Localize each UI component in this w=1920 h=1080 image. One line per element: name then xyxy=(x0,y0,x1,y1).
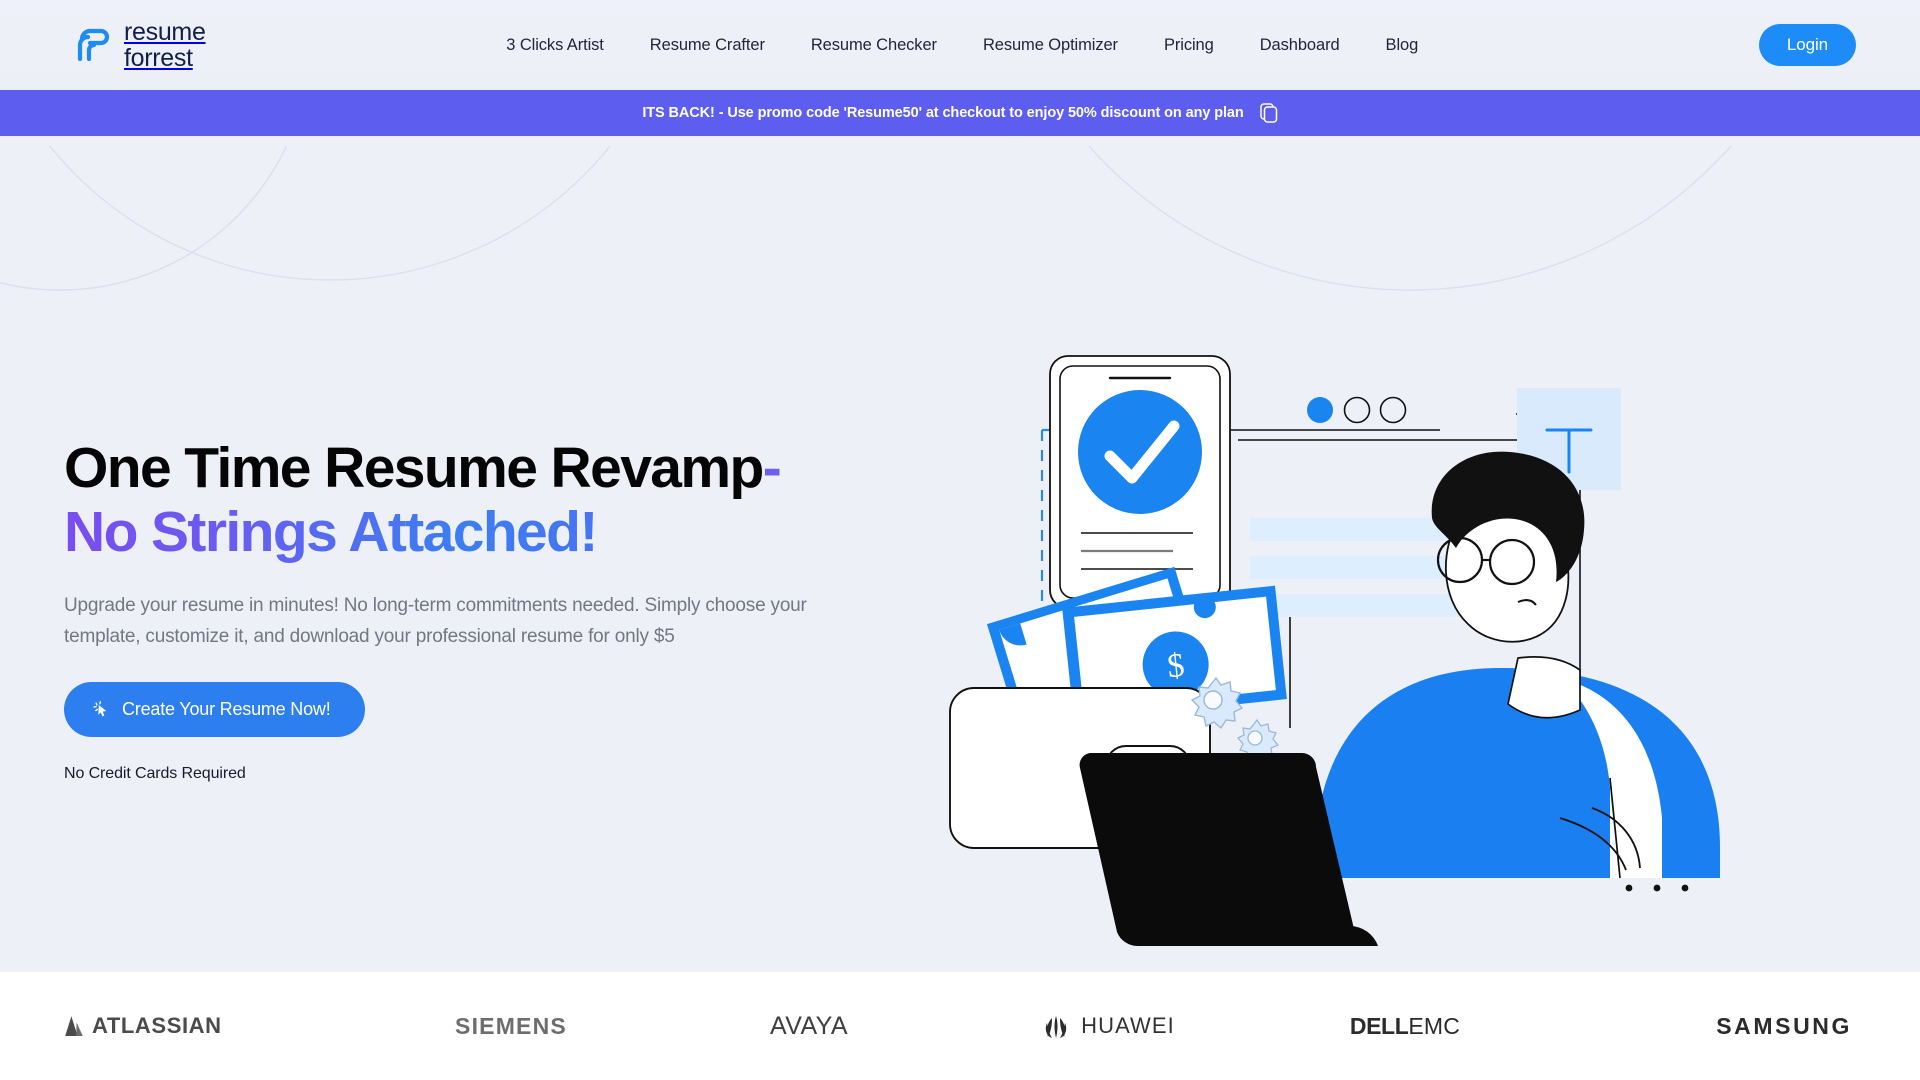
hero-heading-line-1: One Time Resume Revamp xyxy=(64,436,764,500)
logo-label-samsung: SAMSUNG xyxy=(1716,1012,1852,1039)
logo-label-atlassian: ATLASSIAN xyxy=(92,1013,222,1038)
nav-item-dashboard[interactable]: Dashboard xyxy=(1260,36,1340,55)
nav-item-resume-optimizer[interactable]: Resume Optimizer xyxy=(983,36,1118,55)
hero-heading-line-2: No Strings Attached! xyxy=(64,500,924,564)
atlassian-icon xyxy=(65,1016,83,1036)
site-header: resume forrest 3 Clicks Artist Resume Cr… xyxy=(0,0,1920,90)
create-resume-button-label: Create Your Resume Now! xyxy=(122,699,331,720)
create-resume-button[interactable]: Create Your Resume Now! xyxy=(64,682,365,738)
hero-copy: One Time Resume Revamp- No Strings Attac… xyxy=(64,436,924,783)
logo-label-huawei: HUAWEI xyxy=(1081,1013,1175,1038)
hero-heading-dash: - xyxy=(762,436,782,500)
login-button[interactable]: Login xyxy=(1758,24,1856,66)
resume-forrest-leaf-icon xyxy=(77,28,110,62)
hero-subheading: Upgrade your resume in minutes! No long-… xyxy=(64,594,807,647)
copy-promo-code-button[interactable] xyxy=(1259,103,1278,123)
no-credit-card-note: No Credit Cards Required xyxy=(64,765,246,783)
cursor-click-icon xyxy=(93,701,107,717)
logo-label-dell-main: DELL xyxy=(1349,1012,1409,1039)
landing-page: resume forrest 3 Clicks Artist Resume Cr… xyxy=(0,0,1920,1080)
promo-banner: ITS BACK! - Use promo code 'Resume50' at… xyxy=(0,90,1920,136)
hero-illustration: $ xyxy=(920,348,1920,1038)
hero-heading: One Time Resume Revamp- No Strings Attac… xyxy=(64,436,924,565)
promo-banner-text: ITS BACK! - Use promo code 'Resume50' at… xyxy=(642,105,1244,121)
phone-with-checkmark xyxy=(1049,355,1231,609)
main-navigation: 3 Clicks Artist Resume Crafter Resume Ch… xyxy=(166,36,1759,55)
logo-huawei: HUAWEI xyxy=(958,972,1256,1080)
blue-check-circle xyxy=(1078,390,1202,514)
hero-section: One Time Resume Revamp- No Strings Attac… xyxy=(0,136,1920,998)
logo-label-siemens: SIEMENS xyxy=(455,1012,567,1039)
logo-atlassian: ATLASSIAN xyxy=(56,972,362,1080)
nav-item-pricing[interactable]: Pricing xyxy=(1164,36,1214,55)
logo-dell-emc: DELLEMC xyxy=(1256,972,1554,1080)
person-at-laptop xyxy=(1315,451,1720,879)
nav-item-resume-crafter[interactable]: Resume Crafter xyxy=(650,36,765,55)
nav-item-3-clicks-artist[interactable]: 3 Clicks Artist xyxy=(506,36,604,55)
nav-item-blog[interactable]: Blog xyxy=(1386,36,1419,55)
logo-label-dell: DELLEMC xyxy=(1350,1013,1460,1040)
partner-logo-strip: ATLASSIAN SIEMENS AVAYA HUAWEI DELLEMC S… xyxy=(0,972,1920,1080)
copy-icon xyxy=(1259,103,1277,123)
logo-siemens: SIEMENS xyxy=(362,972,660,1080)
logo-samsung: SAMSUNG xyxy=(1554,972,1864,1080)
logo-avaya: AVAYA xyxy=(660,972,958,1080)
logo-label-dell-suffix: EMC xyxy=(1408,1012,1461,1039)
huawei-icon xyxy=(1045,1016,1067,1038)
nav-item-resume-checker[interactable]: Resume Checker xyxy=(811,36,937,55)
logo-label-avaya: AVAYA xyxy=(770,1011,848,1040)
